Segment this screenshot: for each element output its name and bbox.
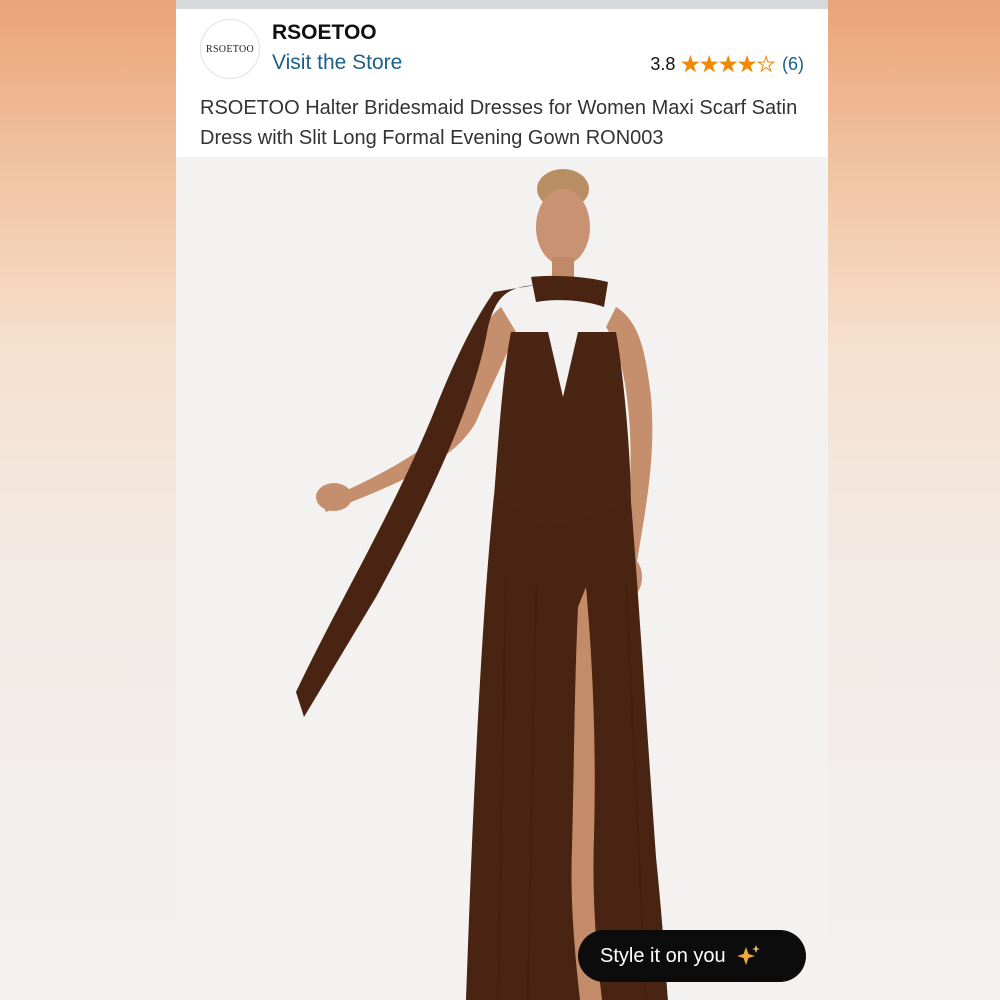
visit-store-link[interactable]: Visit the Store (272, 51, 402, 75)
style-button-label: Style it on you (600, 944, 726, 967)
star-rating-icon: ★★★★★ ★★★★★ (681, 53, 776, 76)
product-image[interactable] (176, 157, 828, 1000)
store-logo[interactable]: RSOETOO (200, 19, 260, 79)
sparkle-icon (736, 945, 760, 965)
style-it-on-you-button[interactable]: Style it on you (578, 930, 806, 982)
store-name: RSOETOO (272, 21, 377, 44)
background-blur-left (0, 0, 176, 1000)
store-logo-text: RSOETOO (205, 43, 255, 55)
background-blur-right (828, 0, 1000, 1000)
model-left-hand (316, 483, 352, 511)
rating-count[interactable]: (6) (782, 54, 804, 75)
rating-value: 3.8 (650, 54, 676, 74)
top-divider (176, 0, 828, 9)
rating-summary[interactable]: 3.8 ★★★★★ ★★★★★ (6) (650, 54, 804, 75)
product-title: RSOETOO Halter Bridesmaid Dresses for Wo… (200, 97, 798, 149)
model-head (536, 189, 590, 265)
product-card: RSOETOO RSOETOO Visit the Store 3.8 ★★★★… (176, 0, 828, 1000)
product-header: RSOETOO RSOETOO Visit the Store 3.8 ★★★★… (176, 9, 828, 157)
